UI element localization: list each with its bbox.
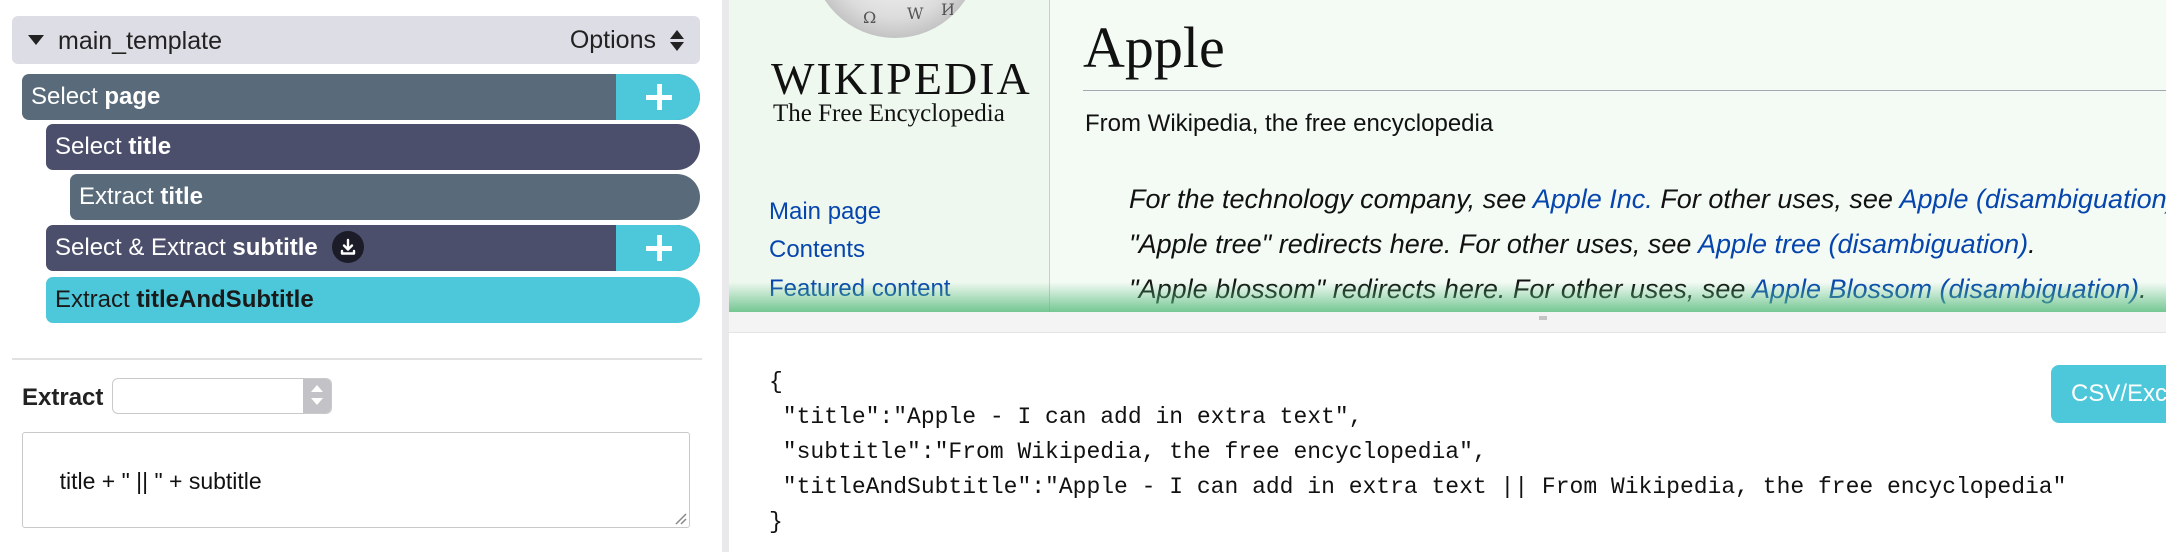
command-verb: Extract: [55, 286, 130, 313]
options-menu[interactable]: Options: [570, 26, 656, 55]
command-verb: Extract: [79, 183, 154, 210]
command-panel: main_template Options Select page Select…: [0, 0, 722, 552]
command-target: subtitle: [232, 234, 318, 261]
command-extract-titleandsubtitle[interactable]: Extract titleAndSubtitle: [46, 277, 700, 323]
nav-link-featured-content[interactable]: Featured content: [769, 275, 950, 303]
sort-updown-icon[interactable]: [670, 28, 684, 54]
hatnote-link[interactable]: Apple Inc.: [1533, 184, 1653, 214]
command-verb: Select: [55, 133, 122, 160]
hatnote-text: "Apple tree" redirects here. For other u…: [1129, 229, 1698, 259]
article-subheading: From Wikipedia, the free encyclopedia: [1085, 110, 1494, 137]
command-select-page[interactable]: Select page: [22, 74, 700, 120]
nav-link-main-page[interactable]: Main page: [769, 198, 881, 226]
hatnote-text: For the technology company, see: [1129, 184, 1533, 214]
output-panel: { "title":"Apple - I can add in extra te…: [729, 333, 2166, 552]
extract-label: Extract: [22, 384, 104, 411]
command-extract-title[interactable]: Extract title: [70, 174, 700, 220]
sidebar-border: [1049, 0, 1050, 312]
hatnote-link[interactable]: Apple tree (disambiguation): [1698, 229, 2028, 259]
extract-type-select[interactable]: [112, 378, 332, 414]
splitter-grip-icon[interactable]: [1539, 316, 1547, 320]
hatnote: For the technology company, see Apple In…: [1129, 184, 2166, 215]
command-select-extract-subtitle[interactable]: Select & Extract subtitle: [46, 225, 700, 271]
command-target: title: [128, 133, 172, 160]
hatnote-text: .: [2139, 274, 2147, 304]
resize-grip-icon[interactable]: [671, 509, 687, 525]
template-name: main_template: [58, 27, 222, 55]
browser-preview: Ω W И WIKIPEDIA The Free Encyclopedia Ma…: [729, 0, 2166, 312]
command-target: title: [160, 183, 204, 210]
hatnote-text: For other uses, see: [1652, 184, 1900, 214]
wikipedia-tagline: The Free Encyclopedia: [773, 100, 1005, 127]
wikipedia-globe-logo: Ω W И: [811, 0, 979, 38]
hatnote-text: "Apple blossom" redirects here. For othe…: [1129, 274, 1752, 304]
csv-export-button[interactable]: CSV/Excel: [2051, 365, 2166, 423]
vertical-splitter[interactable]: [722, 0, 729, 552]
command-verb: Select: [31, 83, 98, 110]
template-header[interactable]: main_template Options: [12, 16, 700, 64]
hatnote: "Apple blossom" redirects here. For othe…: [1129, 274, 2147, 305]
expression-input[interactable]: title + " || " + subtitle: [22, 432, 690, 528]
collapse-caret-icon[interactable]: [28, 35, 44, 45]
command-select-title[interactable]: Select title: [46, 124, 700, 170]
add-command-button[interactable]: [616, 74, 700, 120]
article-title: Apple: [1083, 15, 1225, 80]
hatnote-text: .: [2028, 229, 2036, 259]
download-icon[interactable]: [332, 230, 365, 263]
wikipedia-wordmark[interactable]: WIKIPEDIA: [771, 52, 1032, 105]
select-updown-icon[interactable]: [303, 379, 331, 413]
command-verb: Select & Extract: [55, 234, 226, 261]
hatnote-link[interactable]: Apple Blossom (disambiguation): [1752, 274, 2139, 304]
hatnote: "Apple tree" redirects here. For other u…: [1129, 229, 2036, 260]
hatnote-link[interactable]: Apple (disambiguation).: [1899, 184, 2166, 214]
expression-text: title + " || " + subtitle: [59, 468, 262, 494]
panel-divider: [12, 358, 702, 360]
title-underline: [1083, 90, 2166, 91]
command-target: page: [104, 83, 161, 110]
nav-link-contents[interactable]: Contents: [769, 236, 865, 264]
command-target: titleAndSubtitle: [136, 286, 314, 313]
json-output: { "title":"Apple - I can add in extra te…: [769, 369, 2067, 535]
horizontal-splitter[interactable]: [729, 312, 2166, 333]
add-command-button[interactable]: [616, 225, 700, 271]
